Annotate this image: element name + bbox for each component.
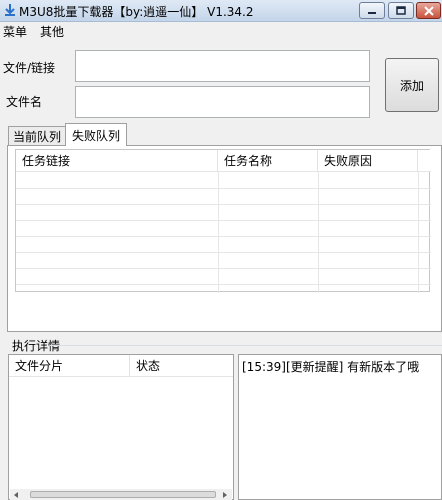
grid-line (16, 188, 431, 189)
tab-current-queue[interactable]: 当前队列 (8, 126, 66, 146)
horizontal-scrollbar[interactable] (10, 489, 232, 500)
grid-line (16, 236, 431, 237)
scrollbar-thumb[interactable] (30, 491, 216, 498)
segments-table[interactable]: 文件分片 状态 (8, 354, 234, 500)
title-bar[interactable]: M3U8批量下载器【by:逍遥一仙】 V1.34.2 (0, 0, 442, 22)
window-title: M3U8批量下载器【by:逍遥一仙】 V1.34.2 (19, 5, 254, 19)
grid-line (418, 172, 419, 293)
log-line: [15:39][更新提醒] 有新版本了哦 (242, 360, 420, 374)
scroll-left-icon[interactable] (12, 491, 20, 499)
tab-failed-queue[interactable]: 失败队列 (65, 123, 127, 146)
file-link-label: 文件/链接 (3, 61, 56, 75)
grid-line (318, 172, 319, 293)
add-button[interactable]: 添加 (385, 58, 439, 112)
close-button[interactable] (416, 2, 441, 19)
column-header-failure-reason[interactable]: 失败原因 (318, 150, 418, 172)
failed-task-table[interactable]: 任务链接 任务名称 失败原因 (15, 149, 431, 293)
column-header-status[interactable]: 状态 (130, 355, 233, 377)
column-header-file-segment[interactable]: 文件分片 (9, 355, 130, 377)
file-name-input[interactable] (75, 86, 370, 118)
close-icon (423, 5, 434, 16)
maximize-button[interactable] (388, 2, 414, 19)
file-link-input[interactable] (75, 50, 370, 82)
grid-line (16, 220, 431, 221)
minimize-button[interactable] (359, 2, 385, 19)
column-header-task-link[interactable]: 任务链接 (16, 150, 218, 172)
app-icon (5, 4, 15, 16)
menu-item-menu[interactable]: 菜单 (3, 23, 27, 40)
file-name-label: 文件名 (6, 95, 43, 109)
scroll-right-icon[interactable] (221, 491, 229, 499)
minimize-icon (368, 11, 376, 14)
group-divider (50, 345, 442, 346)
log-output[interactable]: [15:39][更新提醒] 有新版本了哦 (238, 354, 442, 500)
column-header-filler (418, 150, 431, 172)
grid-line (16, 204, 431, 205)
grid-line (218, 172, 219, 293)
grid-line (16, 284, 431, 285)
menu-item-other[interactable]: 其他 (40, 23, 64, 40)
grid-line (16, 252, 431, 253)
maximize-icon (396, 6, 406, 15)
column-header-task-name[interactable]: 任务名称 (218, 150, 318, 172)
grid-line (16, 268, 431, 269)
menu-bar: 菜单 其他 (0, 22, 442, 40)
